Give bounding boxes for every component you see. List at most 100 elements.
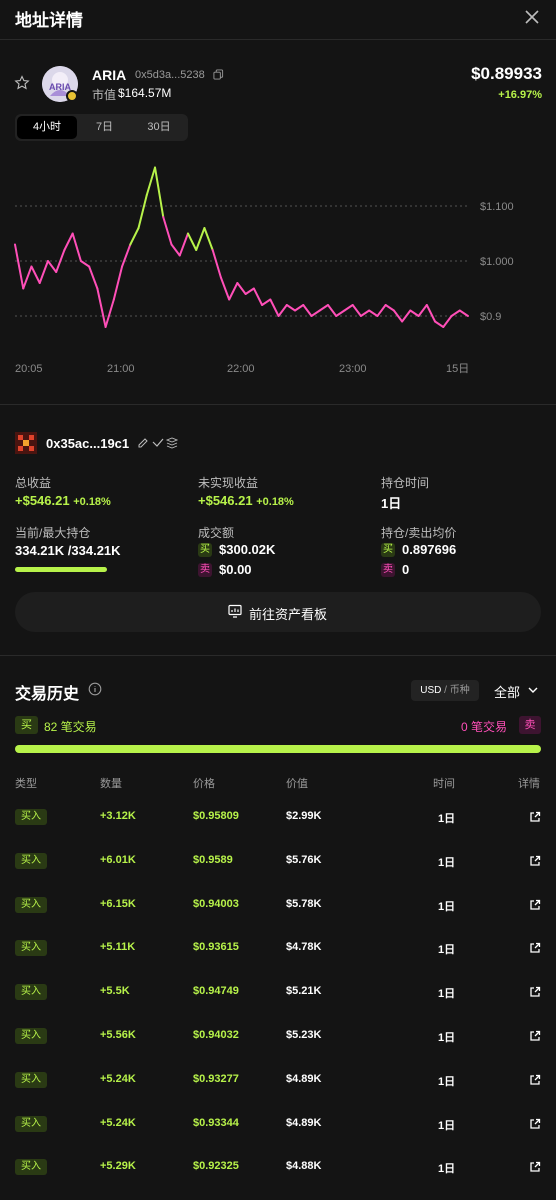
external-link-icon[interactable] xyxy=(529,899,541,911)
external-link-icon[interactable] xyxy=(529,942,541,954)
hold-time-label: 持仓时间 xyxy=(381,476,430,490)
x-tick-label: 23:00 xyxy=(339,363,367,375)
price-line-segment xyxy=(236,282,247,295)
trade-value: $4.89K xyxy=(286,1072,322,1085)
price-line-segment xyxy=(46,260,58,273)
hold-time-value: 1日 xyxy=(381,496,402,511)
holding-value: 334.21K /334.21K xyxy=(15,543,121,558)
price-line-segment xyxy=(88,265,99,290)
unrealized-label: 未实现收益 xyxy=(198,476,259,490)
mcap-label: 市值 xyxy=(92,88,117,102)
wallet-header: 0x35ac...19c1 xyxy=(15,432,535,454)
trade-type-badge: 买入 xyxy=(15,984,47,1001)
sell-tag: 卖 xyxy=(519,716,541,734)
external-link-icon[interactable] xyxy=(529,855,541,867)
price-line-segment xyxy=(343,304,354,312)
layers-icon xyxy=(165,437,179,449)
price-line-segment xyxy=(203,227,214,251)
trade-time: 1日 xyxy=(438,1032,456,1044)
star-icon[interactable] xyxy=(14,75,30,91)
x-tick-label: 20:05 xyxy=(15,363,43,375)
external-link-icon[interactable] xyxy=(529,1118,541,1130)
wallet-edit-icons[interactable] xyxy=(137,437,193,449)
external-link-icon[interactable] xyxy=(529,1074,541,1086)
external-link-icon[interactable] xyxy=(529,811,541,823)
filter-select[interactable]: 全部 xyxy=(494,682,538,701)
price-line-segment xyxy=(195,227,206,251)
avg-price-label: 持仓/卖出均价 xyxy=(381,526,457,540)
trade-qty: +5.29K xyxy=(100,1160,136,1173)
table-row[interactable]: 买入 +5.11K $0.93615 $4.78K 1日 xyxy=(0,937,556,959)
price-line-segment xyxy=(417,304,428,317)
y-tick-label: $0.9 xyxy=(480,311,501,323)
trade-qty: +5.24K xyxy=(100,1072,136,1085)
price-line-segment xyxy=(434,320,445,328)
table-row[interactable]: 买入 +5.29K $0.92325 $4.88K 1日 xyxy=(0,1156,556,1178)
volume-label: 成交额 xyxy=(198,526,235,540)
col-price: 价格 xyxy=(193,778,215,790)
price-line-segment xyxy=(154,166,165,218)
trade-value: $4.88K xyxy=(286,1160,322,1173)
currency-toggle[interactable]: USD / 币种 xyxy=(411,680,479,701)
tab-30d[interactable]: 30日 xyxy=(132,116,186,139)
col-value: 价值 xyxy=(286,778,308,790)
price-line-segment xyxy=(63,232,74,251)
price-line-segment xyxy=(219,276,231,301)
trade-price: $0.93615 xyxy=(193,941,239,954)
sell-tag: 卖 xyxy=(198,563,212,577)
info-icon[interactable] xyxy=(88,682,102,696)
chevron-down-icon xyxy=(528,687,538,693)
table-row[interactable]: 买入 +6.01K $0.9589 $5.76K 1日 xyxy=(0,850,556,872)
price-line-segment xyxy=(326,304,338,317)
price-change: +16.97% xyxy=(498,89,542,101)
trade-price: $0.93277 xyxy=(193,1072,239,1085)
price-line-segment xyxy=(277,304,288,317)
wallet-avatar xyxy=(15,432,37,454)
table-row[interactable]: 买入 +5.24K $0.93344 $4.89K 1日 xyxy=(0,1113,556,1135)
timeframe-tabs: 4小时 7日 30日 xyxy=(15,114,188,141)
price-line-segment xyxy=(137,194,148,229)
sell-volume: $0.00 xyxy=(219,562,252,577)
table-row[interactable]: 买入 +6.15K $0.94003 $5.78K 1日 xyxy=(0,894,556,916)
price-line-segment xyxy=(302,304,313,317)
price-line-segment xyxy=(30,265,41,284)
table-row[interactable]: 买入 +5.5K $0.94749 $5.21K 1日 xyxy=(0,981,556,1003)
trade-time: 1日 xyxy=(438,988,456,1001)
trade-price: $0.95809 xyxy=(193,810,239,822)
tab-4h[interactable]: 4小时 xyxy=(17,116,77,139)
trade-qty: +5.5K xyxy=(100,985,130,998)
verified-badge-icon xyxy=(66,90,78,102)
mcap-value: $164.57M xyxy=(118,86,172,100)
close-icon[interactable] xyxy=(520,5,544,29)
table-row[interactable]: 买入 +5.56K $0.94032 $5.23K 1日 xyxy=(0,1025,556,1047)
price-line-segment xyxy=(368,309,379,317)
external-link-icon[interactable] xyxy=(529,1030,541,1042)
price-chart[interactable]: $1.100 $1.000 $0.9 20:05 21:00 22:00 23:00 15日 xyxy=(0,150,556,380)
copy-icon[interactable] xyxy=(213,69,224,80)
page-title: 地址详情 xyxy=(15,11,83,30)
trade-type-badge: 买入 xyxy=(15,1028,47,1044)
token-summary: ARIA ARIA 0x5d3a...5238 市值 $164.57M $0.8… xyxy=(0,60,556,110)
table-row[interactable]: 买入 +5.24K $0.93277 $4.89K 1日 xyxy=(0,1069,556,1091)
header-bar: 地址详情 xyxy=(0,0,556,40)
trade-qty: +5.56K xyxy=(100,1029,136,1041)
trade-price: $0.94749 xyxy=(193,985,239,998)
price-line-segment xyxy=(269,298,280,317)
x-tick-label: 15日 xyxy=(446,363,469,375)
trade-value: $5.23K xyxy=(286,1029,322,1041)
tab-7d[interactable]: 7日 xyxy=(77,116,132,139)
sell-tag: 卖 xyxy=(381,563,395,577)
trade-time: 1日 xyxy=(438,856,456,869)
price-line-segment xyxy=(244,287,255,295)
dashboard-button[interactable]: 前往资产看板 xyxy=(15,592,541,632)
price-line-segment xyxy=(55,249,66,273)
table-row[interactable]: 买入 +3.12K $0.95809 $2.99K 1日 xyxy=(0,806,556,828)
external-link-icon[interactable] xyxy=(529,1161,541,1173)
sell-count: 0 笔交易 卖 xyxy=(459,716,541,734)
external-link-icon[interactable] xyxy=(529,986,541,998)
price-line-segment xyxy=(450,309,461,317)
price-line-segment xyxy=(376,304,387,317)
col-type: 类型 xyxy=(15,778,37,790)
price-line-segment xyxy=(409,309,420,317)
trade-type-badge: 买入 xyxy=(15,1071,47,1088)
